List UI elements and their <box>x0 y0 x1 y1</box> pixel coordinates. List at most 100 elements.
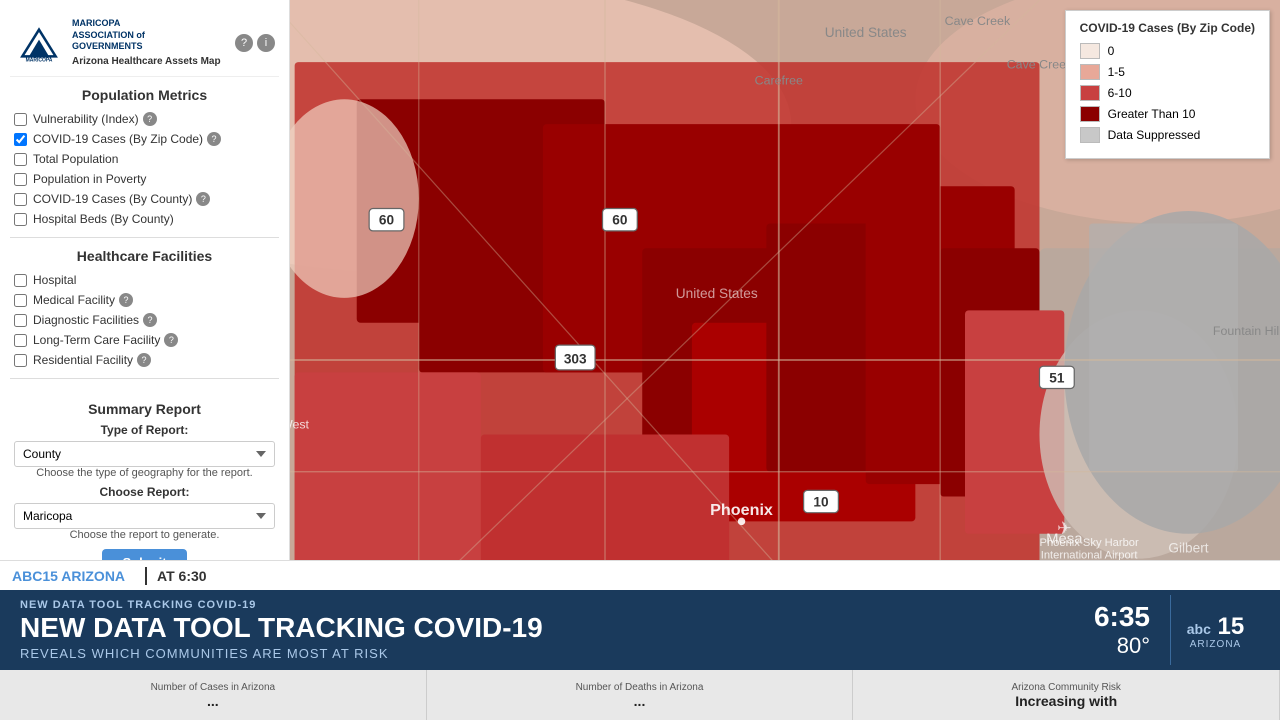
summary-report-section: Summary Report Type of Report: County Zi… <box>10 387 279 580</box>
population-metrics-header: Population Metrics <box>10 87 279 103</box>
legend-swatch-3 <box>1080 106 1100 122</box>
choose-report-select[interactable]: Maricopa Pima Pinal Yavapai Mohave <box>14 503 275 529</box>
checkbox-population-poverty-input[interactable] <box>14 173 27 186</box>
svg-text:51: 51 <box>1049 370 1065 385</box>
svg-text:60: 60 <box>612 213 628 228</box>
news-headline: NEW DATA TOOL TRACKING COVID-19 NEW DATA… <box>20 599 1074 661</box>
legend-label-1: 1-5 <box>1108 65 1125 79</box>
legend-item-1: 1-5 <box>1080 64 1255 80</box>
stat-cases: Number of Cases in Arizona ... <box>0 670 427 720</box>
checkbox-covid-county-input[interactable] <box>14 193 27 206</box>
choose-report-hint: Choose the report to generate. <box>14 529 275 541</box>
divider-1 <box>10 237 279 238</box>
org-name-line1: MARICOPA <box>72 18 221 30</box>
checkbox-diagnostic-input[interactable] <box>14 314 27 327</box>
svg-text:✈: ✈ <box>1057 518 1072 538</box>
residential-info-icon[interactable]: ? <box>137 353 151 367</box>
temp-value: 80° <box>1094 633 1150 659</box>
channel-logo: abc 15 ARIZONA <box>1170 595 1260 665</box>
choose-report-label: Choose Report: <box>14 485 275 499</box>
checkbox-total-population-input[interactable] <box>14 153 27 166</box>
checkbox-long-term-care-input[interactable] <box>14 334 27 347</box>
news-supertitle: NEW DATA TOOL TRACKING COVID-19 <box>20 599 1074 611</box>
checkbox-covid-zip-label: COVID-19 Cases (By Zip Code) <box>33 132 203 146</box>
legend-swatch-2 <box>1080 85 1100 101</box>
checkbox-total-population[interactable]: Total Population <box>10 149 279 169</box>
org-name-line2: ASSOCIATION of <box>72 30 221 42</box>
checkbox-residential-input[interactable] <box>14 354 27 367</box>
news-title: NEW DATA TOOL TRACKING COVID-19 <box>20 613 1074 644</box>
svg-text:Fountain Hills: Fountain Hills <box>1213 324 1280 338</box>
legend-title: COVID-19 Cases (By Zip Code) <box>1080 21 1255 35</box>
stat-risk-label: Arizona Community Risk <box>1011 682 1120 693</box>
svg-text:MARICOPA: MARICOPA <box>26 57 53 63</box>
checkbox-diagnostic-label: Diagnostic Facilities <box>33 313 139 327</box>
mag-logo-icon: MARICOPA <box>14 23 64 63</box>
summary-report-header: Summary Report <box>14 401 275 417</box>
legend-label-2: 6-10 <box>1108 86 1132 100</box>
channel-number: abc 15 <box>1187 611 1245 639</box>
legend-swatch-0 <box>1080 43 1100 59</box>
healthcare-facilities-list: Hospital Medical Facility ? Diagnostic F… <box>10 270 279 370</box>
news-ticker: NEW DATA TOOL TRACKING COVID-19 NEW DATA… <box>0 590 1280 670</box>
org-name-line3: GOVERNMENTS <box>72 41 221 53</box>
time-display: 6:35 80° <box>1094 601 1150 659</box>
checkbox-vulnerability-label: Vulnerability (Index) <box>33 112 139 126</box>
checkbox-medical-facility[interactable]: Medical Facility ? <box>10 290 279 310</box>
abc-bar: ABC15 ARIZONA AT 6:30 <box>0 560 1280 590</box>
checkbox-population-poverty[interactable]: Population in Poverty <box>10 169 279 189</box>
type-of-report-hint: Choose the type of geography for the rep… <box>14 467 275 479</box>
help-icon[interactable]: ? <box>235 34 253 52</box>
checkbox-hospital-beds-input[interactable] <box>14 213 27 226</box>
stats-bar: Number of Cases in Arizona ... Number of… <box>0 670 1280 720</box>
legend-item-3: Greater Than 10 <box>1080 106 1255 122</box>
channel-name: ARIZONA <box>1190 639 1241 650</box>
type-of-report-select[interactable]: County Zip Code Municipality <box>14 441 275 467</box>
long-term-care-info-icon[interactable]: ? <box>164 333 178 347</box>
svg-text:Sun City West: Sun City West <box>290 417 310 431</box>
checkbox-diagnostic[interactable]: Diagnostic Facilities ? <box>10 310 279 330</box>
svg-text:United States: United States <box>676 286 758 301</box>
stat-deaths-label: Number of Deaths in Arizona <box>576 682 704 693</box>
checkbox-hospital-input[interactable] <box>14 274 27 287</box>
svg-text:United States: United States <box>825 25 907 40</box>
stat-cases-label: Number of Cases in Arizona <box>151 682 276 693</box>
checkbox-hospital-beds[interactable]: Hospital Beds (By County) <box>10 209 279 229</box>
checkbox-medical-facility-input[interactable] <box>14 294 27 307</box>
svg-text:Phoenix: Phoenix <box>710 501 773 519</box>
checkbox-vulnerability-input[interactable] <box>14 113 27 126</box>
vulnerability-info-icon[interactable]: ? <box>143 112 157 126</box>
svg-text:Gilbert: Gilbert <box>1168 540 1208 555</box>
svg-text:Cave Creek: Cave Creek <box>945 14 1011 28</box>
legend-swatch-1 <box>1080 64 1100 80</box>
healthcare-facilities-header: Healthcare Facilities <box>10 248 279 264</box>
abc-time-label: AT 6:30 <box>157 568 207 584</box>
covid-zip-info-icon[interactable]: ? <box>207 132 221 146</box>
legend-item-2: 6-10 <box>1080 85 1255 101</box>
stat-risk-value: Increasing with <box>1015 693 1117 709</box>
logo-area: MARICOPA MARICOPA ASSOCIATION of GOVERNM… <box>10 10 279 77</box>
checkbox-long-term-care[interactable]: Long-Term Care Facility ? <box>10 330 279 350</box>
checkbox-covid-zip-input[interactable] <box>14 133 27 146</box>
checkbox-vulnerability[interactable]: Vulnerability (Index) ? <box>10 109 279 129</box>
medical-facility-info-icon[interactable]: ? <box>119 293 133 307</box>
checkbox-hospital[interactable]: Hospital <box>10 270 279 290</box>
legend-label-3: Greater Than 10 <box>1108 107 1196 121</box>
stat-deaths-value: ... <box>634 693 646 709</box>
checkbox-covid-zip[interactable]: COVID-19 Cases (By Zip Code) ? <box>10 129 279 149</box>
covid-county-info-icon[interactable]: ? <box>196 192 210 206</box>
checkbox-long-term-care-label: Long-Term Care Facility <box>33 333 160 347</box>
svg-text:303: 303 <box>564 352 587 367</box>
checkbox-hospital-label: Hospital <box>33 273 76 287</box>
checkbox-covid-county[interactable]: COVID-19 Cases (By County) ? <box>10 189 279 209</box>
type-of-report-label: Type of Report: <box>14 423 275 437</box>
diagnostic-info-icon[interactable]: ? <box>143 313 157 327</box>
info-icon[interactable]: i <box>257 34 275 52</box>
svg-text:Carefree: Carefree <box>755 73 803 87</box>
news-subtitle: REVEALS WHICH COMMUNITIES ARE MOST AT RI… <box>20 646 1074 661</box>
divider-2 <box>10 378 279 379</box>
population-metrics-list: Vulnerability (Index) ? COVID-19 Cases (… <box>10 109 279 229</box>
legend-box: COVID-19 Cases (By Zip Code) 0 1-5 6-10 … <box>1065 10 1270 159</box>
checkbox-residential[interactable]: Residential Facility ? <box>10 350 279 370</box>
left-panel: MARICOPA MARICOPA ASSOCIATION of GOVERNM… <box>0 0 290 580</box>
